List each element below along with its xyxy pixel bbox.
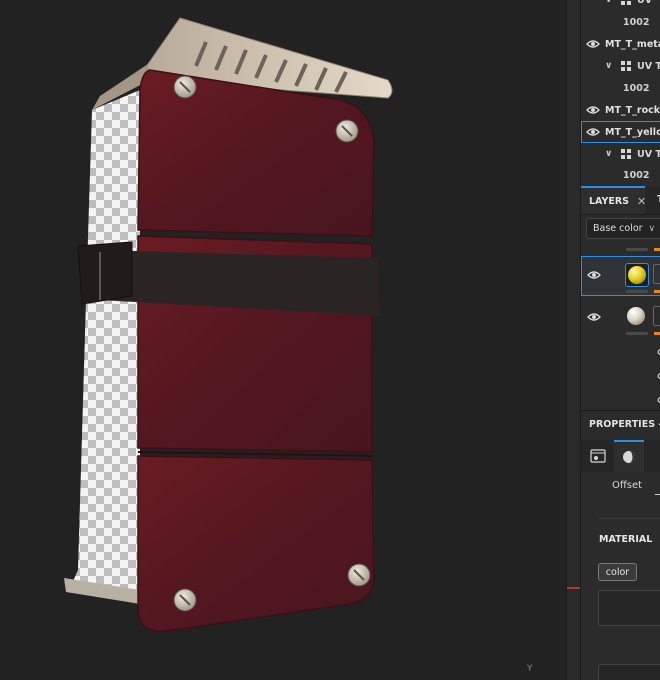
uv-grid-icon [621, 61, 631, 71]
eye-icon[interactable] [586, 105, 600, 115]
next-field[interactable] [598, 664, 660, 680]
tab-layers[interactable]: LAYERS ✕ [581, 186, 646, 214]
color-field[interactable] [598, 590, 660, 626]
uv-tile-number[interactable]: 1002 [581, 77, 660, 99]
uv-tile-row[interactable]: ∨ UV T [581, 55, 660, 77]
tab-material[interactable] [614, 440, 644, 472]
orange-marker [654, 290, 660, 293]
settings-icon [590, 449, 606, 463]
layer-opacity-bar [626, 332, 648, 335]
chevron-down-icon[interactable]: ∨ [605, 0, 615, 5]
uv-tile-number[interactable]: 1002 [581, 164, 660, 186]
orange-marker [654, 248, 660, 251]
uv-tile-label: UV T [637, 148, 660, 160]
eye-icon[interactable] [587, 270, 601, 280]
uv-number-label: 1002 [623, 16, 650, 28]
uv-grid-icon [621, 1, 631, 5]
tab-settings[interactable] [583, 440, 613, 472]
3d-viewport[interactable]: Y [0, 0, 566, 680]
right-panel: ∨ UV 1002 MT_T_metal ∨ UV T 1002 MT_T_rock_ MT_T… [580, 0, 660, 680]
texture-set-label: MT_T_rock_ [605, 104, 660, 116]
texture-set-label: MT_T_yellow [605, 126, 660, 138]
layer-opacity-bar [626, 290, 648, 293]
divider [599, 518, 660, 519]
axis-gizmo-label: Y [527, 664, 533, 674]
uv-tile-label: UV T [637, 60, 660, 72]
texture-set-row[interactable]: MT_T_metal [581, 33, 660, 55]
layer-thumbnail [625, 263, 649, 287]
eye-icon[interactable] [654, 372, 660, 380]
color-button[interactable]: color [598, 563, 637, 581]
texture-set-row[interactable]: MT_T_rock_ [581, 99, 660, 121]
eye-icon[interactable] [654, 396, 660, 404]
material-sphere-icon [623, 451, 635, 463]
orange-marker [654, 332, 660, 335]
uv-number-label: 1002 [623, 169, 650, 181]
uv-tile-label: UV [637, 0, 653, 6]
texture-set-label: MT_T_metal [605, 38, 660, 50]
material-ball-icon [628, 266, 646, 284]
offset-label: Offset [612, 480, 643, 491]
material-section-label: MATERIAL [599, 534, 653, 545]
chevron-down-icon[interactable]: ∨ [605, 61, 615, 71]
eye-icon[interactable] [586, 39, 600, 49]
offset-slider[interactable] [655, 494, 660, 495]
texture-set-row[interactable]: MT_T_yellow [581, 121, 660, 143]
layers-tabbar: LAYERS ✕ T [581, 186, 660, 215]
uv-tile-row[interactable]: ∨ UV [581, 0, 660, 11]
layer-thumbnail [625, 305, 647, 327]
channel-dropdown-value: Base color [593, 223, 643, 234]
chevron-down-icon: ∨ [648, 223, 656, 234]
layer-yellow[interactable] [581, 256, 660, 296]
uv-tile-number[interactable]: 1002 [581, 11, 660, 33]
uv-grid-icon [621, 149, 631, 159]
mask-thumbnail [653, 264, 660, 284]
close-icon[interactable]: ✕ [637, 195, 646, 208]
front-panel-top [137, 69, 375, 237]
model-render [64, 17, 393, 633]
uv-tile-row[interactable]: ∨ UV T [581, 143, 660, 165]
chevron-down-icon[interactable]: ∨ [605, 149, 615, 159]
opacity-bar [626, 248, 648, 251]
front-panel-bottom [137, 455, 375, 633]
channel-dropdown[interactable]: Base color ∨ [586, 218, 660, 239]
side-face-checker [70, 90, 140, 600]
viewport-divider[interactable] [566, 0, 581, 680]
eye-icon[interactable] [587, 312, 601, 322]
layer-white[interactable] [581, 298, 660, 338]
properties-header: PROPERTIES - F [581, 410, 660, 438]
uv-number-label: 1002 [623, 82, 650, 94]
timeline-marker [567, 587, 581, 589]
mask-thumbnail [653, 306, 660, 326]
properties-tabs [581, 440, 660, 472]
eye-icon[interactable] [586, 127, 600, 137]
eye-icon[interactable] [654, 348, 660, 356]
tab-layers-label: LAYERS [589, 195, 630, 207]
material-ball-icon [627, 307, 645, 325]
